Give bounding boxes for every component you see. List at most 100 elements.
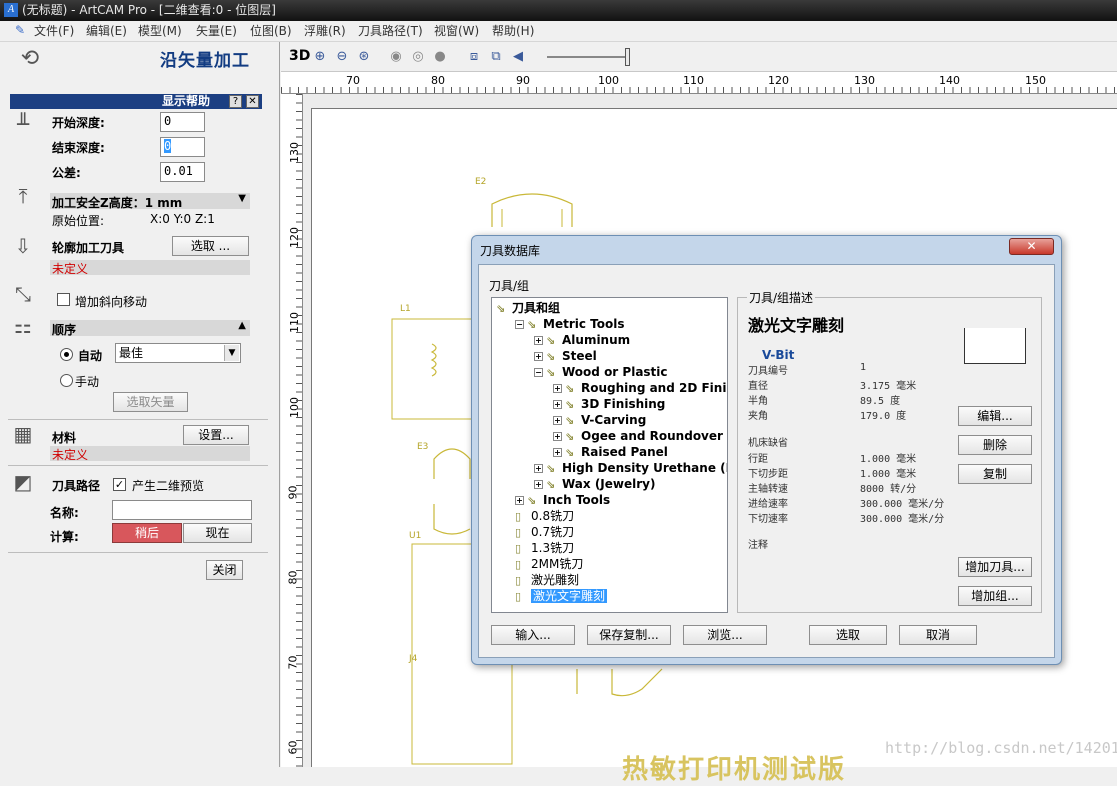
tree-item[interactable]: ▯ 2MM铣刀 [515,556,583,572]
dialog-select-button[interactable]: 选取 [809,625,887,645]
tool-name: 激光文字雕刻 [748,316,845,335]
menu-toolpaths[interactable]: 刀具路径(T) [358,23,423,40]
expand-icon[interactable]: + [553,448,562,457]
tree-item[interactable]: ▯ 0.7铣刀 [515,524,574,540]
menu-help[interactable]: 帮助(H) [492,23,534,40]
expand-icon[interactable]: + [534,480,543,489]
tree-item[interactable]: ▯ 激光文字雕刻 [515,588,608,604]
toolpath-panel-icon: ⟲ [20,46,40,71]
prop-value: 89.5 度 [860,396,901,407]
menu-edit[interactable]: 编辑(E) [86,23,127,40]
auto-radio[interactable] [60,348,73,361]
import-button[interactable]: 输入... [491,625,575,645]
zoom-slider-track[interactable] [547,56,627,58]
toolpath-name-input[interactable] [112,500,252,520]
expand-icon[interactable]: + [534,464,543,473]
tree-item[interactable]: ⇘ 刀具和组 [496,300,560,316]
tree-item-label: Wax (Jewelry) [562,477,656,491]
tree-item[interactable]: − ⇘ Metric Tools [515,316,624,332]
zoom-fit-icon[interactable]: ⊛ [355,48,373,66]
menu-vector[interactable]: 矢量(E) [196,23,237,40]
tree-item[interactable]: + ⇘ Inch Tools [515,492,610,508]
material-undefined-text: 未定义 [52,448,89,462]
collapse-icon[interactable]: − [515,320,524,329]
expand-icon[interactable]: + [553,432,562,441]
menu-relief[interactable]: 浮雕(R) [304,23,346,40]
tree-item[interactable]: + ⇘ 3D Finishing [553,396,665,412]
ruler-tick-label: 130 [854,74,875,87]
collapse-icon[interactable]: − [534,368,543,377]
layer-arrow-icon[interactable]: ⧉ [487,48,505,66]
tree-item[interactable]: − ⇘ Wood or Plastic [534,364,668,380]
machine-defaults-label: 机床缺省 [748,438,788,449]
expand-icon[interactable]: + [553,416,562,425]
edit-tool-button[interactable]: 编辑... [958,406,1032,426]
menu-window[interactable]: 视窗(W) [434,23,479,40]
save-copy-button[interactable]: 保存复制... [587,625,671,645]
tree-item-label: Steel [562,349,597,363]
dialog-cancel-button[interactable]: 取消 [899,625,977,645]
tree-item[interactable]: + ⇘ Wax (Jewelry) [534,476,655,492]
app-menu-icon[interactable]: ✎ [12,23,28,39]
expand-icon[interactable]: + [515,496,524,505]
dialog-close-button[interactable]: ✕ [1009,238,1054,255]
ramp-checkbox[interactable] [57,293,70,306]
expand-icon[interactable]: + [534,352,543,361]
manual-radio[interactable] [60,374,73,387]
tree-item[interactable]: + ⇘ Raised Panel [553,444,668,460]
tree-item[interactable]: +⇘ High Density Urethane (HDU) [534,460,727,476]
tolerance-input[interactable]: 0.01 [160,162,205,182]
material-settings-button[interactable]: 设置... [183,425,249,445]
preview-2d-checkbox[interactable]: ✓ [113,478,126,491]
auto-order-select[interactable]: 最佳 ▼ [115,343,241,363]
zoom-slider-handle[interactable] [625,48,630,66]
tree-item[interactable]: + ⇘ V-Carving [553,412,646,428]
help-close-button[interactable]: ✕ [246,95,259,108]
zoom-box-icon[interactable]: ◎ [409,48,427,66]
select-vector-button[interactable]: 选取矢量 [113,392,188,412]
tree-item[interactable]: ▯ 0.8铣刀 [515,508,574,524]
expand-icon[interactable]: + [553,384,562,393]
e3-outline [433,448,471,479]
add-tool-button[interactable]: 增加刀具... [958,557,1032,577]
safe-z-row[interactable]: 加工安全Z高度：1 mm ▼ [50,193,250,210]
expand-icon[interactable]: + [534,336,543,345]
calculate-now-button[interactable]: 现在 [183,523,252,543]
chevron-down-icon[interactable]: ▼ [238,193,246,204]
tree-item[interactable]: +⇘ Roughing and 2D Finishing [553,380,727,396]
calculate-later-button[interactable]: 稍后 [112,523,182,543]
view-3d-button[interactable]: 3D [289,48,310,64]
tree-item[interactable]: ▯ 激光雕刻 [515,572,579,588]
delete-tool-button[interactable]: 删除 [958,435,1032,455]
component-label: E2 [475,177,487,187]
chevron-up-icon[interactable]: ▲ [238,320,246,331]
zoom-prev-icon[interactable]: ◉ [387,48,405,66]
browse-button[interactable]: 浏览... [683,625,767,645]
tree-item[interactable]: + ⇘ Steel [534,348,597,364]
close-panel-button[interactable]: 关闭 [206,560,243,580]
tree-item[interactable]: + ⇘ Ogee and Roundover [553,428,723,444]
back-arrow-icon[interactable]: ◀ [509,48,527,66]
copy-tool-button[interactable]: 复制 [958,464,1032,484]
expand-icon[interactable]: + [553,400,562,409]
tool-tree[interactable]: ⇘ 刀具和组 − ⇘ Metric Tools + ⇘ Aluminum + ⇘ Steel − ⇘ Wo… [491,297,728,613]
tree-item[interactable]: ▯ 1.3铣刀 [515,540,574,556]
part-outline [433,504,471,535]
show-help-label[interactable]: 显示帮助 [162,94,210,109]
zoom-all-icon[interactable]: ● [431,48,449,66]
menu-model[interactable]: 模型(M) [138,23,182,40]
safe-z-label: 加工安全Z高度：1 mm [52,196,183,210]
end-depth-input[interactable]: 0 [160,137,205,157]
prop-value: 179.0 度 [860,411,907,422]
menu-bitmap[interactable]: 位图(B) [250,23,292,40]
tree-item[interactable]: + ⇘ Aluminum [534,332,630,348]
zoom-in-icon[interactable]: ⊕ [311,48,329,66]
start-depth-input[interactable]: 0 [160,112,205,132]
select-tool-button[interactable]: 选取 ... [172,236,249,256]
zoom-out-icon[interactable]: ⊖ [333,48,351,66]
menu-file[interactable]: 文件(F) [34,23,74,40]
help-question-button[interactable]: ? [229,95,242,108]
add-group-button[interactable]: 增加组... [958,586,1032,606]
layer-icon[interactable]: ⧈ [465,48,483,66]
chevron-down-icon[interactable]: ▼ [224,345,239,361]
